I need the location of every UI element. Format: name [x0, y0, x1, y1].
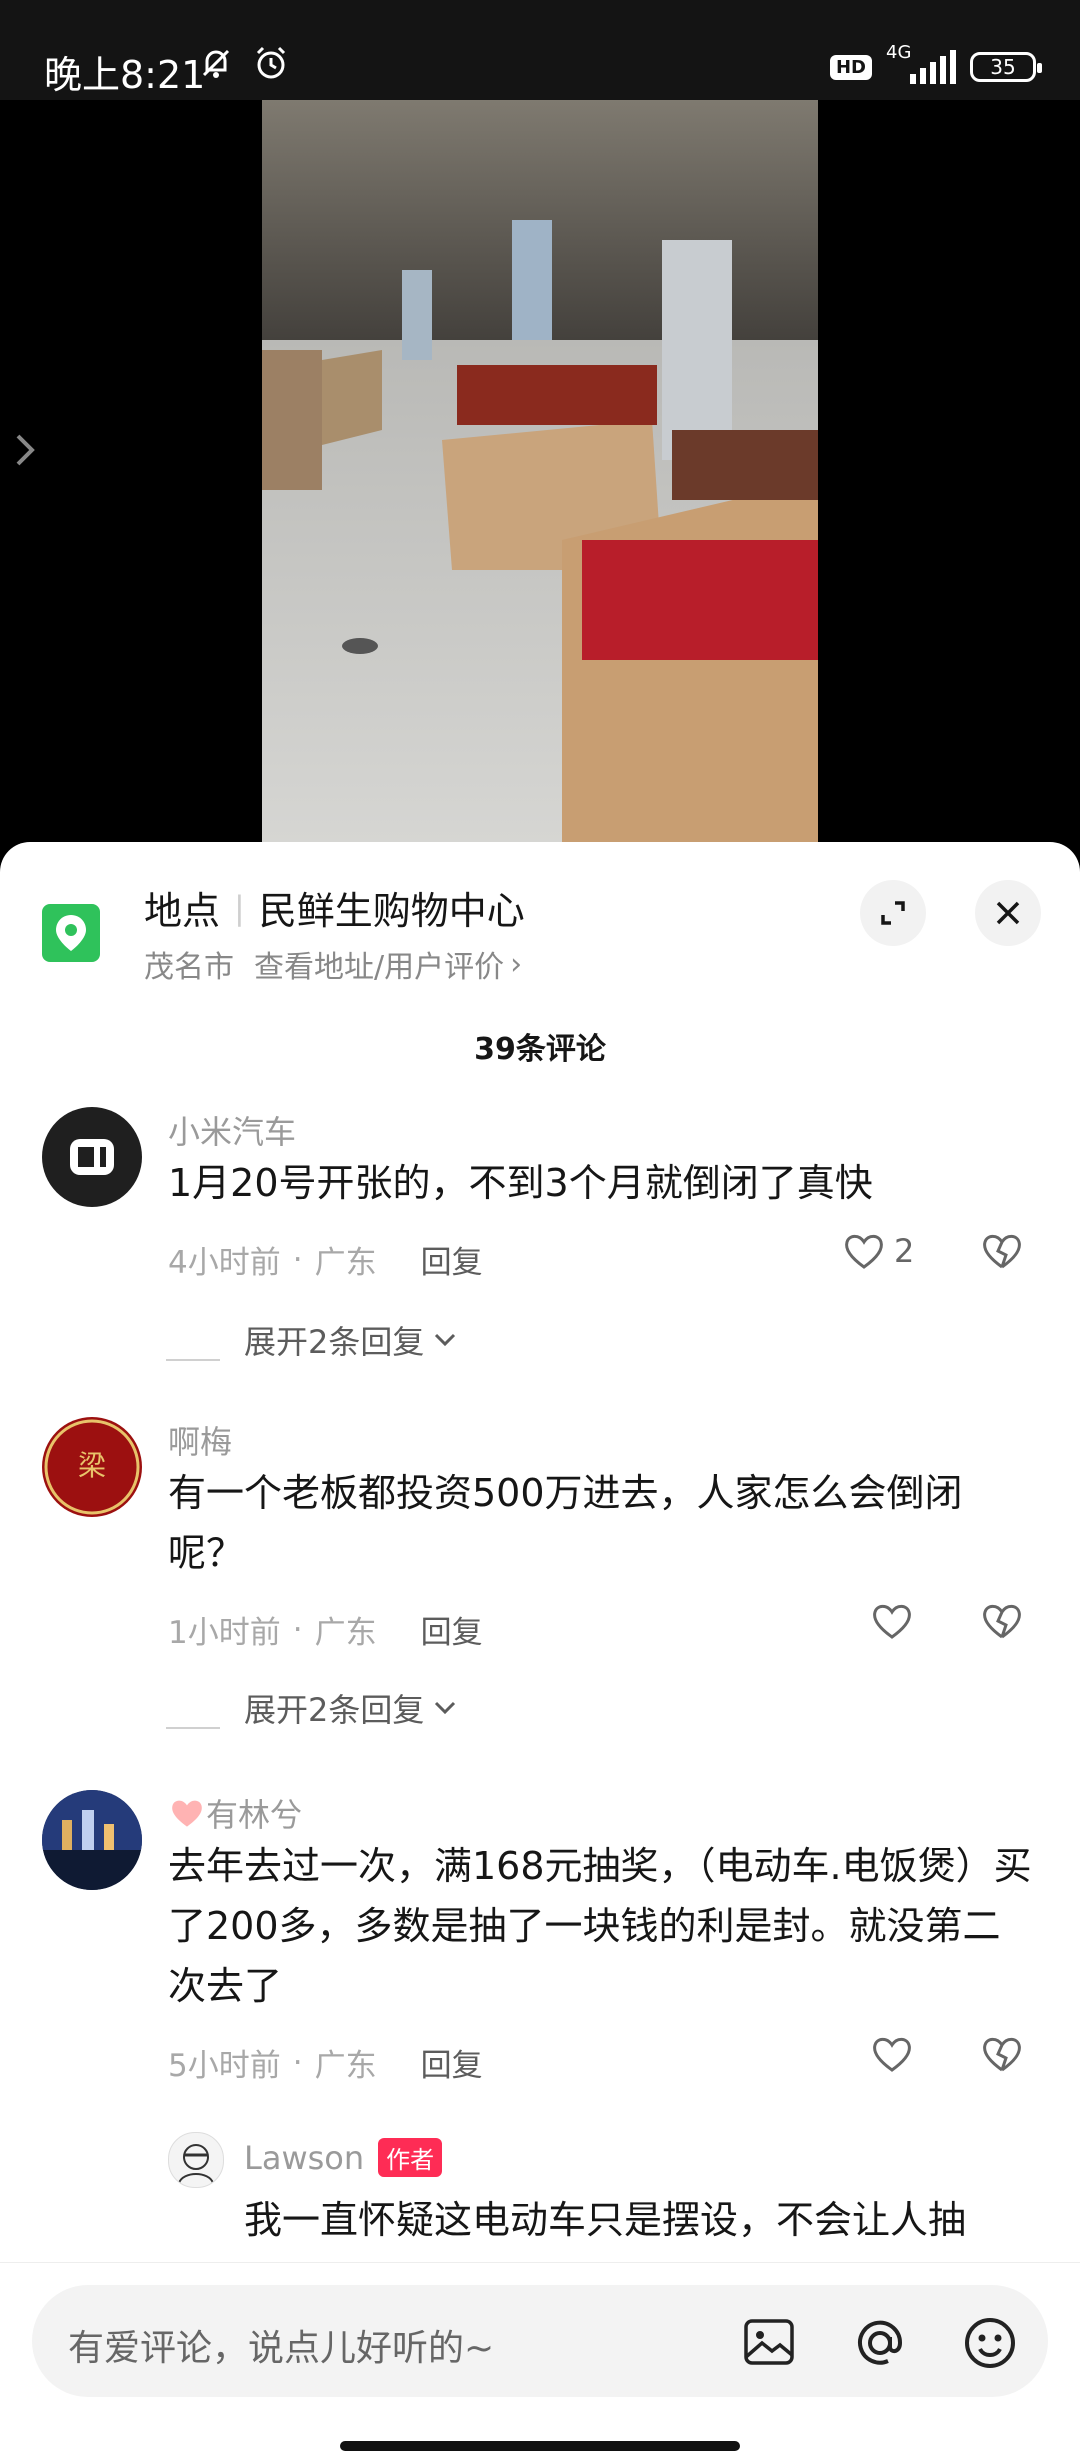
- comment-input[interactable]: 有爱评论，说点儿好听的~: [32, 2285, 1048, 2397]
- avatar[interactable]: [42, 1107, 142, 1207]
- comment-text: 有一个老板都投资500万进去，人家怎么会倒闭呢？: [168, 1471, 963, 1575]
- comment-username: 有林兮: [206, 1796, 303, 1834]
- dislike-button[interactable]: [980, 1599, 1024, 1647]
- comment-input-placeholder: 有爱评论，说点儿好听的~: [68, 2328, 495, 2369]
- location-city: 茂名市: [144, 950, 234, 985]
- expand-replies-label: 展开2条回复: [244, 1323, 425, 1361]
- reply-button[interactable]: 回复: [421, 2040, 483, 2085]
- chevron-down-icon: [435, 1701, 456, 1715]
- comment-time: 1小时前: [168, 1615, 281, 1651]
- broken-heart-icon: [983, 1234, 1021, 1269]
- avatar[interactable]: 梁: [42, 1417, 142, 1517]
- comment-user-row[interactable]: 有林兮: [168, 1790, 302, 1836]
- svg-text:梁: 梁: [78, 1449, 106, 1482]
- expand-replies[interactable]: 展开2条回复: [166, 1685, 460, 1731]
- comment-region: 广东: [314, 1245, 377, 1281]
- chevron-right-small-icon: ›: [510, 946, 523, 982]
- dislike-button[interactable]: [980, 1229, 1024, 1277]
- meta-separator: ·: [292, 2044, 303, 2081]
- hd-badge: HD: [829, 54, 872, 80]
- location-name: 民鲜生购物中心: [258, 889, 525, 933]
- video-area[interactable]: [0, 100, 1080, 845]
- comment-text: 1月20号开张的，不到3个月就倒闭了真快: [168, 1161, 873, 1205]
- location-pin-icon[interactable]: [42, 904, 100, 962]
- signal-icon: 4G: [886, 42, 956, 84]
- comment-meta: 1小时前 · 广东 回复: [168, 1607, 483, 1652]
- comment-text: 去年去过一次，满168元抽奖，（电动车.电饭煲）买了200多，多数是抽了一块钱的…: [168, 1844, 1032, 2008]
- mention-icon[interactable]: [852, 2315, 908, 2371]
- comment-count: 39条评论: [474, 1032, 606, 1067]
- image-icon[interactable]: [742, 2315, 796, 2369]
- emoji-icon[interactable]: [962, 2315, 1018, 2371]
- like-button[interactable]: [870, 1599, 914, 1643]
- heart-icon: [873, 2037, 911, 2072]
- comment-input-bar: 有爱评论，说点儿好听的~: [0, 2262, 1080, 2461]
- meta-separator: ·: [292, 1241, 303, 1278]
- heart-filled-icon: [172, 1800, 202, 1827]
- location-separator: |: [234, 888, 245, 927]
- sub-reply-username: Lawson: [244, 2138, 365, 2177]
- comment-meta: 5小时前 · 广东 回复: [168, 2040, 483, 2085]
- close-button[interactable]: [975, 880, 1041, 946]
- reply-button[interactable]: 回复: [421, 1237, 483, 1282]
- status-right-icons: HD 4G 35: [829, 42, 1042, 84]
- comment-region: 广东: [314, 1615, 377, 1651]
- broken-heart-icon: [983, 1604, 1021, 1639]
- location-label: 地点: [144, 889, 221, 933]
- comment-region: 广东: [314, 2048, 377, 2084]
- comment-time: 5小时前: [168, 2048, 281, 2084]
- comment-sheet: 地点 | 民鲜生购物中心 茂名市 查看地址/用户评价 › 39条评论 小米汽车 …: [0, 842, 1080, 2461]
- meta-separator: ·: [292, 1611, 303, 1648]
- close-icon: [996, 901, 1020, 925]
- comment-username[interactable]: 小米汽车: [168, 1107, 296, 1153]
- battery-icon: 35: [970, 52, 1042, 82]
- author-badge: 作者: [378, 2138, 443, 2177]
- status-time: 晚上8:21: [44, 53, 206, 97]
- alarm-icon: [256, 46, 286, 79]
- sub-reply-user-row[interactable]: Lawson 作者: [244, 2138, 443, 2177]
- status-left-icons: [198, 44, 290, 82]
- sub-reply-avatar[interactable]: [168, 2132, 224, 2188]
- expand-line: [166, 1727, 220, 1729]
- dislike-button[interactable]: [980, 2032, 1024, 2080]
- sub-reply-text: 我一直怀疑这电动车只是摆设，不会让人抽: [244, 2198, 967, 2242]
- video-thumbnail: [262, 100, 818, 845]
- location-details-link[interactable]: 查看地址/用户评价: [254, 942, 504, 986]
- like-button[interactable]: [870, 2032, 914, 2076]
- comment-username[interactable]: 啊梅: [168, 1417, 232, 1463]
- like-button[interactable]: 2: [842, 1229, 914, 1273]
- home-indicator[interactable]: [340, 2441, 740, 2451]
- location-title[interactable]: 地点 | 民鲜生购物中心: [144, 880, 525, 935]
- video-frame[interactable]: [262, 100, 818, 845]
- expand-replies-label: 展开2条回复: [244, 1691, 425, 1729]
- expand-replies[interactable]: 展开2条回复: [166, 1317, 460, 1363]
- heart-icon: [873, 1604, 911, 1639]
- expand-line: [166, 1359, 220, 1361]
- heart-icon: [845, 1234, 883, 1269]
- broken-heart-icon: [983, 2037, 1021, 2072]
- expand-icon: [881, 901, 905, 925]
- status-bar: 晚上8:21 HD 4G 35: [0, 0, 1080, 100]
- location-subline[interactable]: 茂名市 查看地址/用户评价 ›: [144, 942, 522, 986]
- comment-meta: 4小时前 · 广东 回复: [168, 1237, 483, 1282]
- network-type: 4G: [886, 42, 912, 63]
- chevron-right-icon[interactable]: [10, 430, 40, 470]
- expand-button[interactable]: [860, 880, 926, 946]
- like-count: 2: [894, 1232, 915, 1270]
- avatar[interactable]: [42, 1790, 142, 1890]
- comment-time: 4小时前: [168, 1245, 281, 1281]
- mute-bell-icon: [202, 49, 230, 78]
- chevron-down-icon: [435, 1333, 456, 1347]
- reply-button[interactable]: 回复: [421, 1607, 483, 1652]
- battery-level: 35: [990, 55, 1016, 79]
